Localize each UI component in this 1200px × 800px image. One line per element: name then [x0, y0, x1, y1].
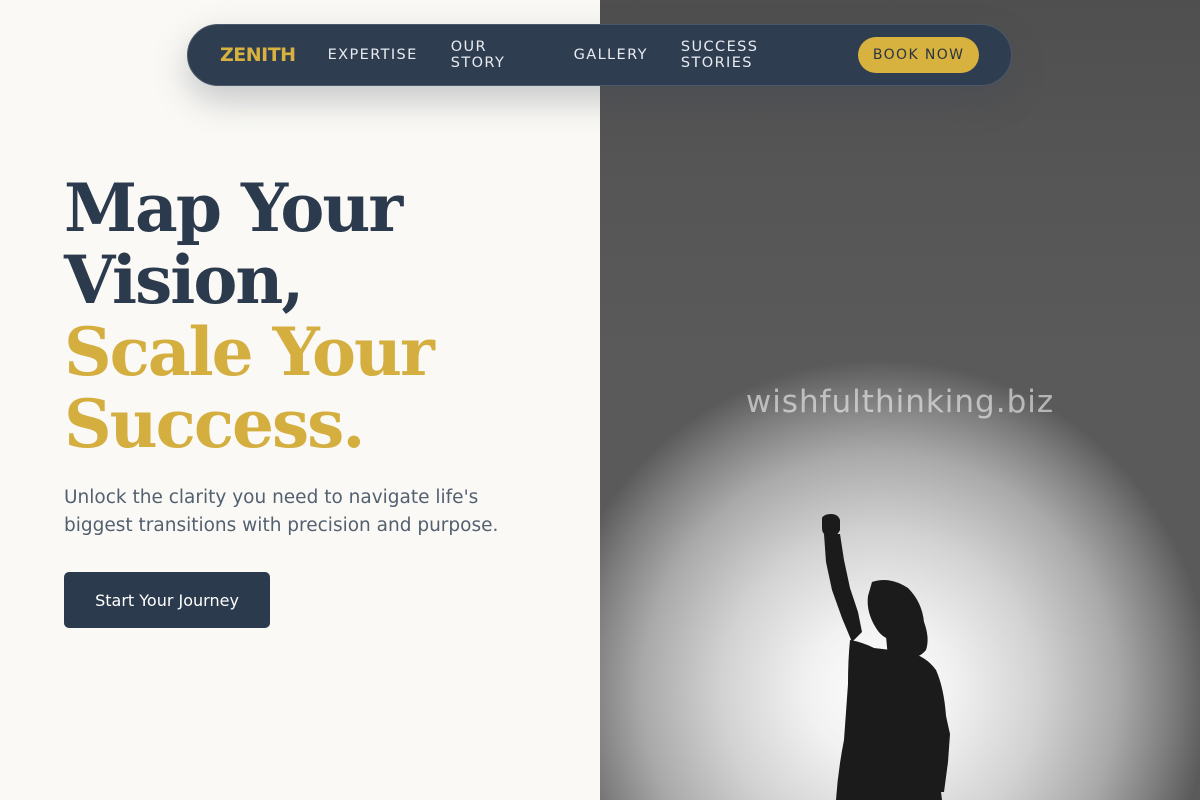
start-journey-button[interactable]: Start Your Journey [64, 572, 270, 628]
nav-link-success-stories[interactable]: SUCCESS STORIES [681, 39, 825, 71]
nav-link-gallery[interactable]: GALLERY [574, 47, 648, 63]
raised-fist-silhouette-icon [822, 514, 950, 800]
nav-link-expertise[interactable]: EXPERTISE [328, 47, 418, 63]
top-navbar: ZENITH EXPERTISE OUR STORY GALLERY SUCCE… [187, 24, 1012, 86]
hero-subtitle: Unlock the clarity you need to navigate … [64, 487, 499, 536]
headline-line-4: Success. [64, 385, 365, 463]
brand-logo[interactable]: ZENITH [220, 44, 296, 66]
nav-link-our-story[interactable]: OUR STORY [451, 39, 541, 71]
hero-headline: Map Your Vision, Scale Your Success. [64, 169, 435, 463]
hero-left-panel: Map Your Vision, Scale Your Success. Unl… [0, 0, 600, 800]
headline-line-2: Vision, [64, 241, 304, 319]
watermark-text: wishfulthinking.biz [745, 384, 1055, 420]
headline-line-1: Map Your [64, 169, 403, 247]
book-now-button[interactable]: BOOK NOW [858, 37, 979, 73]
hero-image: wishfulthinking.biz [600, 0, 1200, 800]
headline-line-3: Scale Your [64, 313, 435, 391]
